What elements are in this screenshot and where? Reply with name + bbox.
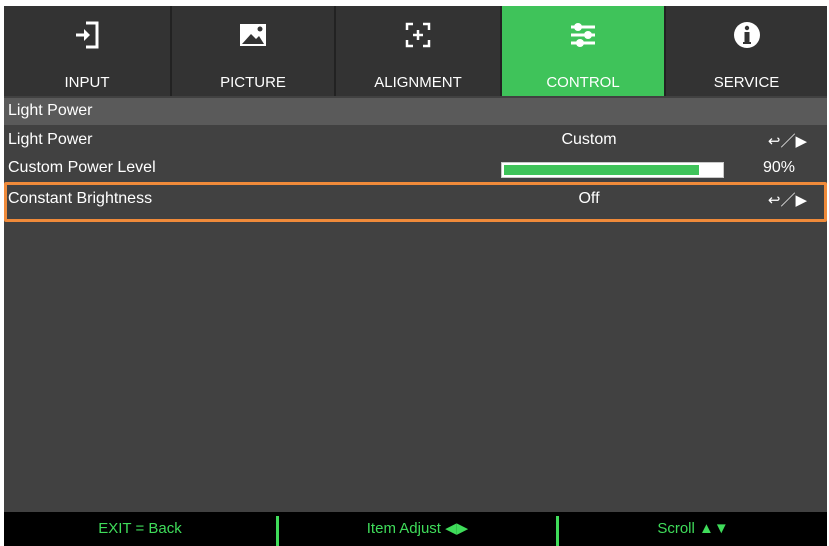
sliders-icon bbox=[571, 23, 595, 47]
info-icon bbox=[733, 22, 760, 48]
tab-alignment[interactable]: ALIGNMENT bbox=[336, 6, 500, 96]
menu-row-light-power[interactable]: Light Power Custom ↩／▶ bbox=[4, 127, 827, 154]
row-label: Custom Power Level bbox=[8, 159, 156, 176]
tab-label: SERVICE bbox=[713, 74, 780, 91]
tab-bar: INPUT PICTURE ALIGNMENT CONTROL SERVICE bbox=[4, 6, 827, 96]
power-level-bar[interactable] bbox=[501, 162, 724, 178]
tab-label: PICTURE bbox=[220, 74, 286, 91]
footer-back-hint: EXIT = Back bbox=[98, 520, 182, 537]
footer-scroll-hint: Scroll ▲▼ bbox=[657, 520, 729, 537]
tab-label: INPUT bbox=[64, 74, 110, 91]
row-value: Custom bbox=[561, 131, 617, 148]
footer-adjust-hint: Item Adjust ◀▶ bbox=[366, 520, 469, 537]
picture-icon bbox=[240, 24, 266, 46]
tab-label: CONTROL bbox=[546, 74, 620, 91]
input-icon bbox=[76, 21, 99, 49]
tab-control[interactable]: CONTROL bbox=[502, 6, 664, 96]
section-title: Light Power bbox=[8, 102, 93, 119]
tab-input[interactable]: INPUT bbox=[4, 6, 170, 96]
tab-picture[interactable]: PICTURE bbox=[172, 6, 334, 96]
enter-arrow-icon: ↩／▶ bbox=[767, 133, 807, 150]
tab-service[interactable]: SERVICE bbox=[666, 6, 827, 96]
selection-highlight bbox=[4, 182, 827, 222]
power-level-fill bbox=[504, 165, 699, 175]
tab-label: ALIGNMENT bbox=[374, 74, 462, 91]
menu-row-custom-power-level[interactable]: Custom Power Level 90% bbox=[4, 155, 827, 182]
section-header: Light Power bbox=[4, 98, 827, 125]
osd-menu: INPUT PICTURE ALIGNMENT CONTROL SERVICE … bbox=[4, 6, 827, 546]
alignment-icon bbox=[405, 22, 431, 48]
footer-bar: EXIT = Back Item Adjust ◀▶ Scroll ▲▼ bbox=[4, 512, 827, 546]
power-level-percent: 90% bbox=[762, 159, 795, 176]
row-label: Light Power bbox=[8, 131, 93, 148]
